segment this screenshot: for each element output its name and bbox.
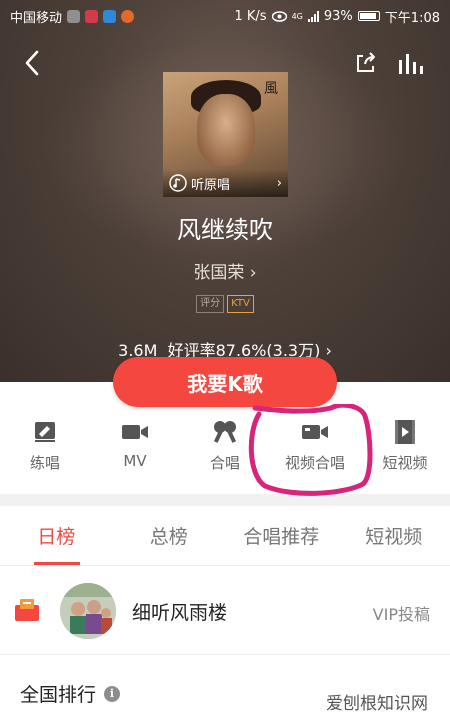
action-row: 练唱 MV 合唱 视频合唱 短视频 bbox=[0, 414, 450, 486]
national-ranking-header: 全国排行 i bbox=[20, 680, 121, 707]
action-duet[interactable]: 合唱 bbox=[180, 414, 270, 486]
app-icon bbox=[103, 9, 117, 23]
vip-entry[interactable]: 细听风雨楼 VIP投稿 bbox=[0, 570, 450, 655]
action-label: MV bbox=[123, 452, 147, 470]
app-icon bbox=[67, 9, 81, 23]
action-practice[interactable]: 练唱 bbox=[0, 414, 90, 486]
back-button[interactable] bbox=[14, 38, 50, 88]
battery-percent: 93% bbox=[323, 8, 353, 24]
play-original-icon bbox=[169, 174, 187, 192]
ranking-tabs: 日榜 总榜 合唱推荐 短视频 bbox=[0, 506, 450, 566]
equalizer-button[interactable] bbox=[392, 38, 428, 88]
signal-icon bbox=[307, 10, 319, 22]
song-header: 中国移动 1 K/s 4G 93% 下午1:08 風 听原唱 › 风继续吹 张国… bbox=[0, 0, 450, 382]
video-camera-icon bbox=[122, 425, 148, 439]
short-video-icon bbox=[395, 420, 415, 444]
action-label: 合唱 bbox=[209, 454, 240, 472]
watermark: 爱刨根知识网 bbox=[326, 694, 428, 714]
share-icon bbox=[357, 52, 375, 72]
action-label: 练唱 bbox=[29, 454, 60, 472]
action-short-video[interactable]: 短视频 bbox=[360, 414, 450, 486]
app-icon bbox=[121, 9, 135, 23]
eye-icon bbox=[271, 10, 287, 22]
artist-link[interactable]: 张国荣 › bbox=[0, 258, 450, 283]
action-label: 短视频 bbox=[382, 454, 428, 472]
clock: 下午1:08 bbox=[384, 10, 440, 26]
artist-name: 张国荣 bbox=[193, 263, 245, 283]
vip-submit-label[interactable]: VIP投稿 bbox=[373, 601, 430, 625]
ranking-title: 全国排行 bbox=[20, 684, 97, 706]
vip-user-name: 细听风雨楼 bbox=[132, 602, 228, 624]
battery-icon bbox=[357, 11, 380, 21]
action-label: 视频合唱 bbox=[284, 454, 345, 472]
status-bar: 中国移动 1 K/s 4G 93% 下午1:08 bbox=[0, 0, 450, 32]
chevron-right-icon: › bbox=[249, 263, 257, 283]
chevron-left-icon bbox=[25, 50, 39, 76]
avatar[interactable] bbox=[60, 583, 116, 639]
network-type: 4G bbox=[291, 11, 303, 21]
chevron-right-icon: › bbox=[276, 175, 282, 191]
tab-duet-recommend[interactable]: 合唱推荐 bbox=[225, 506, 338, 565]
sing-karaoke-button[interactable]: 我要K歌 bbox=[113, 357, 337, 407]
network-speed: 1 K/s bbox=[234, 8, 267, 24]
avatar-photo bbox=[60, 583, 116, 639]
chevron-right-icon: › bbox=[325, 341, 332, 360]
duet-icon bbox=[213, 421, 237, 443]
listen-original-label: 听原唱 bbox=[191, 177, 231, 193]
tab-overall[interactable]: 总榜 bbox=[113, 506, 226, 565]
tab-daily[interactable]: 日榜 bbox=[0, 506, 113, 565]
listen-original-bar[interactable]: 听原唱 › bbox=[163, 169, 288, 197]
share-button[interactable] bbox=[348, 38, 384, 88]
action-mv[interactable]: MV bbox=[90, 414, 180, 486]
ktv-tag: KTV bbox=[227, 295, 254, 313]
app-icon bbox=[85, 9, 99, 23]
info-icon[interactable]: i bbox=[104, 685, 121, 702]
video-duet-icon bbox=[302, 425, 328, 439]
song-title: 风继续吹 bbox=[177, 216, 273, 244]
equalizer-icon bbox=[399, 54, 423, 74]
vip-flag-icon bbox=[15, 599, 39, 621]
album-cover[interactable]: 風 听原唱 › bbox=[163, 72, 288, 197]
section-divider bbox=[0, 494, 450, 506]
carrier-label: 中国移动 bbox=[10, 10, 63, 26]
tab-short-video[interactable]: 短视频 bbox=[338, 506, 450, 565]
rating-tag: 评分 bbox=[196, 295, 225, 313]
cover-art-glyphs: 風 bbox=[264, 81, 278, 97]
song-tags: 评分 KTV bbox=[0, 295, 450, 313]
action-video-duet[interactable]: 视频合唱 bbox=[270, 414, 360, 486]
practice-icon bbox=[35, 422, 55, 442]
